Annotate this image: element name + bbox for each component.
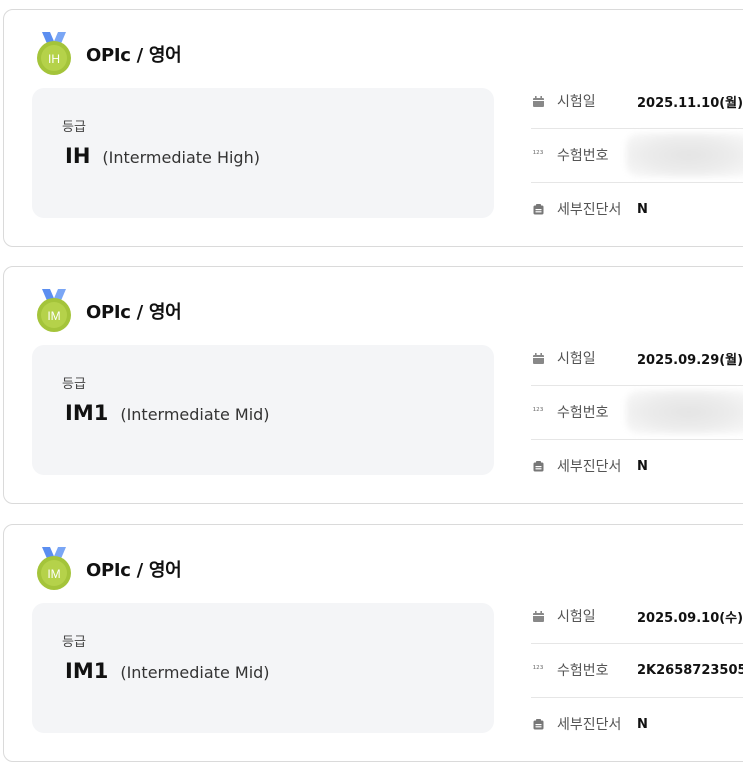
card-header: IM OPIc / 영어	[34, 289, 182, 333]
grade-label: 등급	[62, 377, 86, 392]
blurred-number-value	[626, 390, 743, 434]
medal-icon: IH	[34, 32, 74, 76]
calendar-icon	[531, 609, 545, 623]
diagnosis-label: 세부진단서	[557, 459, 622, 475]
diagnosis-value: N	[637, 458, 648, 474]
grade-code: IM1	[65, 401, 109, 425]
score-card: IH OPIc / 영어 등급 IH (Intermediate High) 시…	[3, 9, 743, 247]
diagnosis-label: 세부진단서	[557, 202, 622, 218]
diagnosis-value: N	[637, 716, 648, 732]
document-icon	[531, 717, 545, 731]
number-label: 수험번호	[557, 148, 609, 164]
medal-icon: IM	[34, 289, 74, 333]
grade-description: (Intermediate Mid)	[120, 405, 270, 424]
number-row: ¹²³ 수험번호 2K2658723505	[531, 643, 743, 698]
number-label: 수험번호	[557, 405, 609, 421]
score-card: IM OPIc / 영어 등급 IM1 (Intermediate Mid) 시…	[3, 524, 743, 762]
grade-label: 등급	[62, 120, 86, 135]
date-value: 2025.09.29(월)	[637, 352, 743, 368]
date-row: 시험일 2025.11.10(월)	[531, 74, 743, 129]
number-label: 수험번호	[557, 663, 609, 679]
date-label: 시험일	[557, 94, 596, 110]
blurred-number-value	[626, 133, 743, 177]
number-row: ¹²³ 수험번호	[531, 385, 743, 440]
diagnosis-label: 세부진단서	[557, 717, 622, 733]
date-label: 시험일	[557, 351, 596, 367]
number-value: 2K2658723505	[637, 662, 743, 678]
date-row: 시험일 2025.09.29(월)	[531, 331, 743, 386]
number-123-icon: ¹²³	[532, 407, 544, 417]
grade-line: IM1 (Intermediate Mid)	[65, 401, 270, 425]
document-icon	[531, 202, 545, 216]
medal-icon: IM	[34, 547, 74, 591]
grade-line: IH (Intermediate High)	[65, 144, 260, 168]
diagnosis-value: N	[637, 201, 648, 217]
grade-description: (Intermediate Mid)	[120, 663, 270, 682]
exam-title: OPIc / 영어	[86, 560, 182, 581]
svg-text:IH: IH	[48, 52, 60, 66]
grade-description: (Intermediate High)	[102, 148, 260, 167]
date-label: 시험일	[557, 609, 596, 625]
exam-title: OPIc / 영어	[86, 45, 182, 66]
grade-code: IH	[65, 144, 91, 168]
grade-box: 등급 IH (Intermediate High)	[32, 88, 494, 218]
diagnosis-row: 세부진단서 N	[531, 439, 743, 493]
date-value: 2025.09.10(수)	[637, 610, 743, 626]
svg-text:IM: IM	[47, 567, 60, 581]
grade-box: 등급 IM1 (Intermediate Mid)	[32, 603, 494, 733]
grade-line: IM1 (Intermediate Mid)	[65, 659, 270, 683]
svg-text:IM: IM	[47, 309, 60, 323]
number-row: ¹²³ 수험번호	[531, 128, 743, 183]
number-123-icon: ¹²³	[532, 150, 544, 160]
calendar-icon	[531, 94, 545, 108]
date-row: 시험일 2025.09.10(수)	[531, 589, 743, 644]
grade-code: IM1	[65, 659, 109, 683]
card-header: IH OPIc / 영어	[34, 32, 182, 76]
document-icon	[531, 459, 545, 473]
date-value: 2025.11.10(월)	[637, 95, 743, 111]
diagnosis-row: 세부진단서 N	[531, 697, 743, 751]
score-card: IM OPIc / 영어 등급 IM1 (Intermediate Mid) 시…	[3, 266, 743, 504]
calendar-icon	[531, 351, 545, 365]
grade-label: 등급	[62, 635, 86, 650]
exam-title: OPIc / 영어	[86, 302, 182, 323]
grade-box: 등급 IM1 (Intermediate Mid)	[32, 345, 494, 475]
number-123-icon: ¹²³	[532, 665, 544, 675]
diagnosis-row: 세부진단서 N	[531, 182, 743, 236]
card-header: IM OPIc / 영어	[34, 547, 182, 591]
